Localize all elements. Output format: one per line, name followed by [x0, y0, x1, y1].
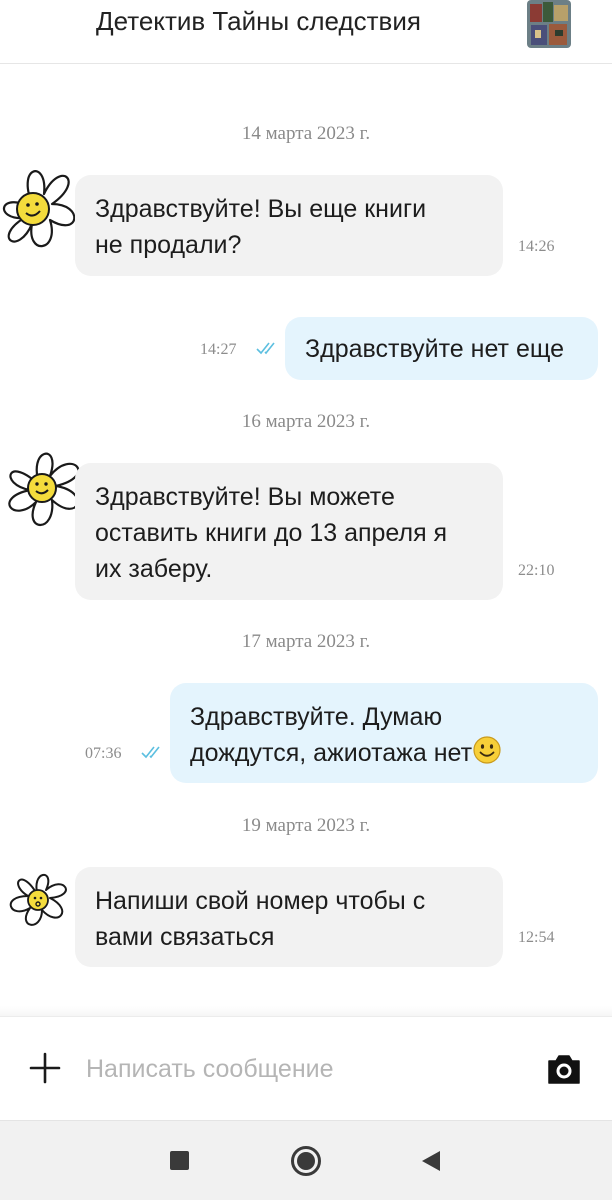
recent-apps-icon[interactable]	[170, 1151, 189, 1170]
message-time: 14:27	[200, 341, 237, 358]
chat-title[interactable]: Детектив Тайны следствия	[96, 6, 421, 37]
system-navigation-bar	[0, 1120, 612, 1200]
incoming-message[interactable]: Здравствуйте! Вы можете оставить книги д…	[75, 463, 503, 600]
plus-icon[interactable]	[28, 1051, 62, 1085]
message-line: Здравствуйте! Вы еще книги	[95, 195, 427, 223]
chat-header: Детектив Тайны следствия	[0, 0, 612, 64]
date-separator: 19 марта 2023 г.	[241, 815, 371, 836]
message-time: 12:54	[518, 929, 555, 946]
camera-icon[interactable]	[545, 1050, 583, 1088]
message-line: оставить книги до 13 апреля я	[95, 519, 448, 547]
message-line: вами связаться	[95, 923, 275, 951]
read-checkmarks-icon	[140, 744, 166, 765]
date-separator: 14 марта 2023 г.	[241, 123, 371, 144]
message-line-with-emoji: дождутся, ажиотажа нет	[190, 735, 502, 771]
message-input[interactable]	[86, 1049, 506, 1089]
back-icon[interactable]	[420, 1149, 442, 1173]
sender-avatar[interactable]	[4, 866, 74, 930]
message-line: Здравствуйте! Вы можете	[95, 483, 395, 511]
composer-divider	[0, 1006, 612, 1016]
message-time: 07:36	[85, 745, 122, 762]
date-separator: 16 марта 2023 г.	[241, 411, 371, 432]
outgoing-message[interactable]: Здравствуйте. Думаю дождутся, ажиотажа н…	[170, 683, 598, 783]
message-line: не продали?	[95, 231, 242, 259]
message-line: их заберу.	[95, 555, 213, 583]
message-time: 14:26	[518, 238, 555, 255]
sender-avatar[interactable]	[0, 160, 84, 256]
incoming-message[interactable]: Здравствуйте! Вы еще книги не продали?	[75, 175, 503, 276]
message-line: Напиши свой номер чтобы с	[95, 887, 426, 915]
read-checkmarks-icon	[255, 340, 281, 361]
incoming-message[interactable]: Напиши свой номер чтобы с вами связаться	[75, 867, 503, 967]
smiley-emoji-icon	[472, 735, 502, 765]
message-line: дождутся, ажиотажа нет	[190, 739, 473, 767]
listing-thumbnail[interactable]	[527, 0, 571, 48]
home-icon[interactable]	[290, 1145, 322, 1177]
message-line: Здравствуйте нет еще	[305, 335, 565, 363]
date-separator: 17 марта 2023 г.	[241, 631, 371, 652]
outgoing-message[interactable]: Здравствуйте нет еще	[285, 317, 598, 380]
message-composer	[0, 1016, 612, 1118]
chat-screen: Детектив Тайны следствия 14 марта 2023 г…	[0, 0, 612, 1200]
message-time: 22:10	[518, 562, 555, 579]
message-line: Здравствуйте. Думаю	[190, 703, 443, 731]
